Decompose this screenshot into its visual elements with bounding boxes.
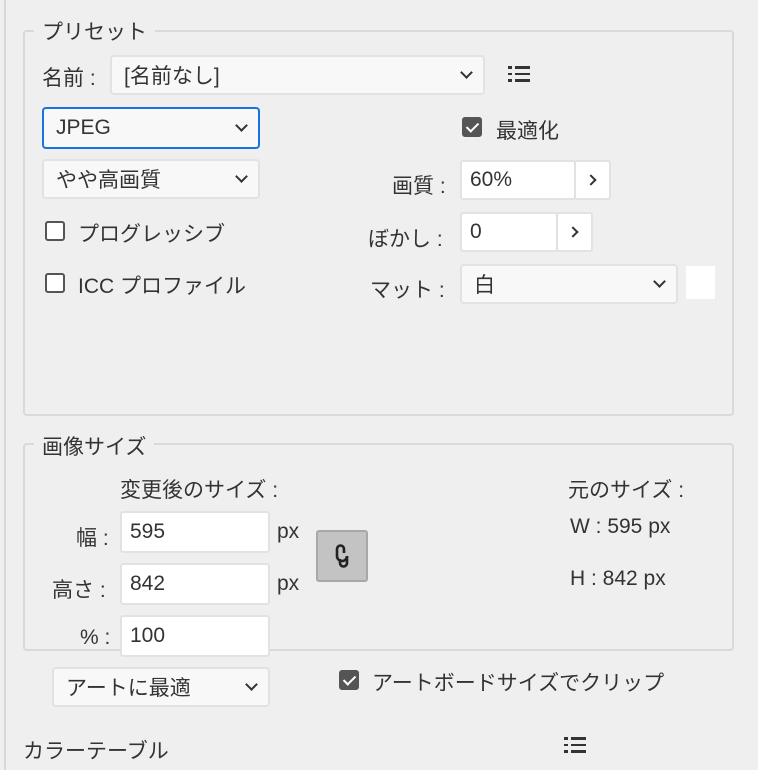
color-table-menu-icon[interactable] [564, 737, 586, 753]
preset-name-value: [名前なし] [124, 65, 220, 88]
percent-label: % : [80, 626, 111, 649]
image-size-title: 画像サイズ [34, 431, 155, 461]
chevron-right-icon [585, 174, 597, 186]
preset-title: プリセット [34, 16, 155, 46]
matte-select[interactable]: 白 [460, 264, 678, 304]
blur-value: 0 [470, 220, 482, 243]
name-label: 名前 : [42, 67, 96, 90]
panel-divider [0, 0, 6, 770]
new-size-label: 変更後のサイズ : [120, 479, 279, 502]
fit-value: アートに最適 [66, 677, 191, 700]
original-height: H : 842 px [570, 567, 666, 590]
matte-color-swatch[interactable] [686, 266, 715, 299]
height-unit: px [277, 572, 300, 595]
optimize-checkbox[interactable] [462, 117, 482, 137]
constrain-proportions-button[interactable] [316, 530, 368, 582]
format-select[interactable]: JPEG [42, 107, 260, 149]
chevron-down-icon [235, 119, 248, 132]
height-value: 842 [130, 572, 166, 595]
matte-label: マット : [370, 279, 445, 302]
clip-artboard-label: アートボードサイズでクリップ [372, 672, 665, 695]
color-table-title: カラーテーブル [23, 740, 169, 763]
progressive-label: プログレッシブ [78, 223, 225, 246]
optimize-label: 最適化 [496, 120, 559, 143]
chevron-right-icon [567, 226, 579, 238]
quality-slider-button[interactable] [574, 160, 611, 200]
blur-input[interactable]: 0 [460, 212, 558, 252]
chevron-down-icon [460, 66, 473, 79]
preset-menu-icon[interactable] [508, 66, 530, 82]
quality-input[interactable]: 60% [460, 160, 576, 200]
chevron-down-icon [245, 678, 258, 691]
matte-value: 白 [474, 274, 495, 297]
clip-artboard-checkbox[interactable] [339, 670, 359, 690]
icc-profile-checkbox[interactable] [45, 273, 65, 293]
quality-label: 画質 : [392, 175, 446, 198]
width-unit: px [277, 520, 300, 543]
quality-value: 60% [470, 168, 513, 191]
height-label: 高さ : [52, 579, 106, 602]
quality-preset-select[interactable]: やや高画質 [42, 159, 260, 199]
link-icon [335, 544, 349, 568]
width-value: 595 [130, 520, 166, 543]
percent-input[interactable]: 100 [120, 615, 270, 657]
chevron-down-icon [235, 170, 248, 183]
format-value: JPEG [56, 116, 111, 139]
width-input[interactable]: 595 [120, 511, 270, 553]
original-width: W : 595 px [570, 515, 671, 538]
blur-slider-button[interactable] [556, 212, 593, 252]
height-input[interactable]: 842 [120, 563, 270, 605]
icc-profile-label: ICC プロファイル [78, 275, 246, 298]
progressive-checkbox[interactable] [45, 221, 65, 241]
width-label: 幅 : [76, 527, 109, 550]
preset-name-select[interactable]: [名前なし] [110, 55, 485, 95]
blur-label: ぼかし : [368, 228, 443, 251]
fit-select[interactable]: アートに最適 [52, 667, 270, 707]
original-size-label: 元のサイズ : [568, 479, 685, 502]
percent-value: 100 [130, 624, 166, 647]
chevron-down-icon [653, 275, 666, 288]
quality-preset-value: やや高画質 [56, 169, 161, 192]
